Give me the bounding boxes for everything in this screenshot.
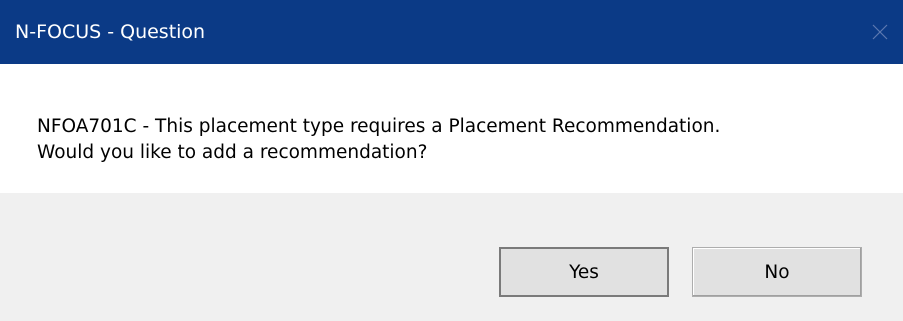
yes-button[interactable]: Yes — [499, 247, 669, 297]
question-dialog: N-FOCUS - Question NFOA701C - This place… — [0, 0, 903, 321]
title-bar[interactable]: N-FOCUS - Question — [0, 0, 903, 64]
close-button[interactable] — [857, 0, 903, 64]
button-bar: Yes No — [0, 193, 903, 321]
no-button[interactable]: No — [692, 247, 862, 297]
message-line-1: NFOA701C - This placement type requires … — [37, 116, 721, 137]
message-area: NFOA701C - This placement type requires … — [0, 64, 903, 193]
window-title: N-FOCUS - Question — [15, 21, 206, 43]
dialog-message: NFOA701C - This placement type requires … — [37, 114, 720, 166]
close-icon — [872, 24, 888, 40]
message-line-2: Would you like to add a recommendation? — [37, 142, 428, 163]
